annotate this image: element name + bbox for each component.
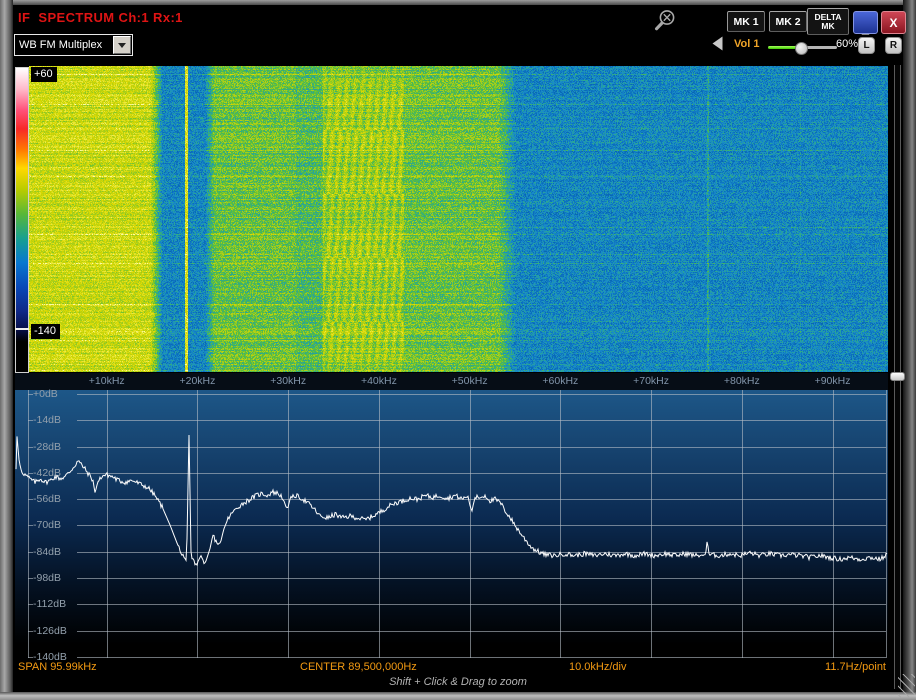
audio-left-button[interactable]: L <box>858 37 875 54</box>
resize-grip[interactable] <box>898 674 915 698</box>
spectrum-plot[interactable]: +0dB -14dB -28dB -42dB -56dB -70dB -84dB -98dB -… <box>15 388 888 663</box>
freq-tick-label: +60kHz <box>542 375 579 387</box>
zoom-hint: Shift + Click & Drag to zoom <box>389 676 527 688</box>
status-per-point: 11.7Hz/point <box>825 661 886 673</box>
waterfall-canvas[interactable] <box>29 66 888 372</box>
window-frame-left <box>0 0 13 700</box>
window-frame-bottom <box>0 692 916 700</box>
freq-tick-label: +40kHz <box>360 375 397 387</box>
volume-slider-thumb[interactable] <box>795 42 808 55</box>
app-window: IF SPECTRUM Ch:1 Rx:1 WB FM Multiplex MK… <box>0 0 916 700</box>
freq-tick-label: +50kHz <box>451 375 488 387</box>
frequency-axis: +10kHz +20kHz +30kHz +40kHz +50kHz +60kHz +70k… <box>15 373 888 390</box>
waterfall-display: +60 -140 <box>15 66 888 373</box>
volume-percent: 60% <box>836 38 859 50</box>
mode-select-value: WB FM Multiplex <box>19 39 103 51</box>
window-title: IF SPECTRUM Ch:1 Rx:1 <box>18 10 183 25</box>
freq-tick-label: +20kHz <box>179 375 216 387</box>
colorbar-min-label: -140 <box>31 324 61 339</box>
volume-label: Vol 1 <box>734 38 760 50</box>
close-button[interactable]: X <box>881 11 906 34</box>
freq-tick-label: +70kHz <box>633 375 670 387</box>
spectrum-trace <box>15 434 888 567</box>
status-center: CENTER 89,500,000Hz <box>300 661 417 673</box>
freq-tick-label: +90kHz <box>814 375 851 387</box>
status-per-div: 10.0kHz/div <box>569 661 627 673</box>
freq-tick-label: +30kHz <box>270 375 307 387</box>
splitter-thumb[interactable] <box>890 372 905 381</box>
content-area: IF SPECTRUM Ch:1 Rx:1 WB FM Multiplex MK… <box>13 5 906 692</box>
audio-right-button[interactable]: R <box>885 37 902 54</box>
colorbar-min-tick <box>15 328 29 330</box>
mk2-button[interactable]: MK 2 <box>769 11 807 32</box>
mk1-button[interactable]: MK 1 <box>727 11 765 32</box>
colorbar-max-label: +60 <box>31 67 57 82</box>
chevron-down-icon[interactable] <box>113 36 131 54</box>
status-span: SPAN 95.99kHz <box>18 661 97 673</box>
freq-tick-label: +10kHz <box>88 375 125 387</box>
window-frame-right <box>903 0 916 700</box>
mode-select[interactable]: WB FM Multiplex <box>14 34 133 56</box>
speaker-icon[interactable] <box>710 36 724 51</box>
minimize-button[interactable]: _ <box>853 11 878 35</box>
freq-tick-label: +80kHz <box>723 375 760 387</box>
delta-mk-line2: MK <box>821 20 835 31</box>
zoom-disabled-icon[interactable] <box>652 8 679 33</box>
delta-mk-button[interactable]: DELTA MK <box>807 8 849 35</box>
